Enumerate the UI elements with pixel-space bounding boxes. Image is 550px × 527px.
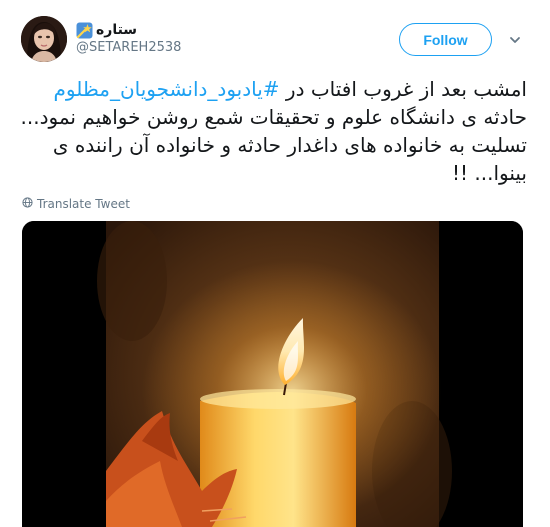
candle-video-frame	[22, 221, 523, 527]
shooting-star-icon	[76, 22, 93, 39]
follow-button[interactable]: Follow	[399, 23, 492, 56]
globe-icon	[22, 197, 33, 211]
translate-tweet-link[interactable]: Translate Tweet	[22, 196, 130, 212]
tweet-text-line-1: امشب بعد از غروب افتاب در #یادبود_دانشجو…	[22, 75, 528, 103]
hashtag-link[interactable]: #یادبود_دانشجویان_مظلوم	[54, 77, 280, 101]
avatar-image	[21, 16, 67, 62]
tweet-text-line-3: تسلیت به خانواده های داغدار حادثه و خانو…	[52, 133, 527, 157]
avatar[interactable]	[21, 16, 67, 62]
tweet-text-line-1-text: امشب بعد از غروب افتاب در	[279, 77, 527, 101]
translate-tweet-label: Translate Tweet	[37, 197, 130, 211]
tweet-text: امشب بعد از غروب افتاب در #یادبود_دانشجو…	[20, 75, 528, 187]
display-name: ستاره	[96, 22, 138, 38]
media-video[interactable]	[22, 221, 523, 527]
chevron-down-icon[interactable]	[508, 32, 522, 46]
tweet-text-line-2: حادثه ی دانشگاه علوم و تحقیقات شمع روشن …	[20, 105, 527, 129]
tweet-text-line-4: بینوا... !!	[452, 161, 527, 185]
user-name-row[interactable]: ستاره	[76, 20, 137, 40]
user-handle[interactable]: @SETAREH2538	[76, 40, 181, 55]
